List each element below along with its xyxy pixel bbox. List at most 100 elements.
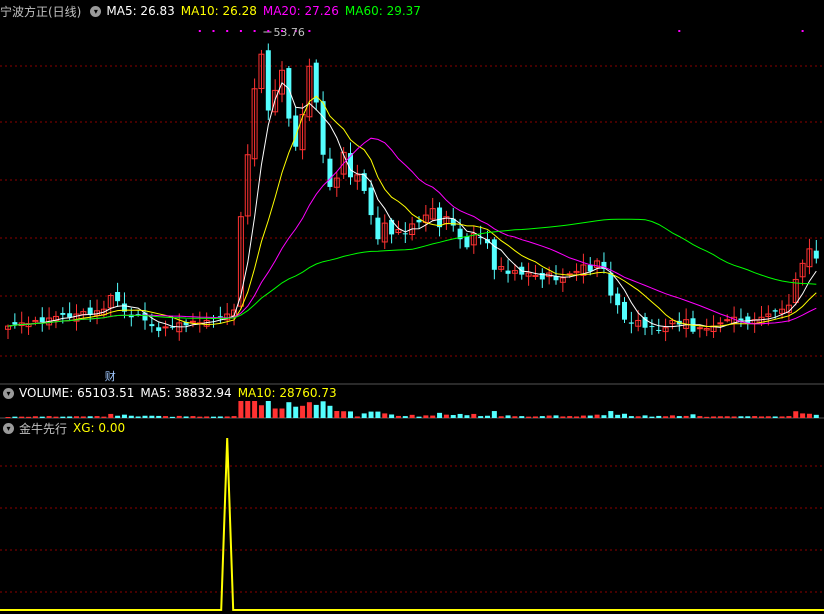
volume-bar-72	[498, 416, 504, 418]
signal-dot-10	[801, 30, 804, 32]
volume-ma5-label: MA5: 38832.94	[140, 386, 232, 400]
volume-bar-77	[532, 416, 538, 418]
volume-bar-52	[361, 413, 367, 418]
candle-body-9	[67, 313, 73, 318]
volume-bar-74	[512, 416, 518, 418]
volume-bar-75	[519, 416, 525, 418]
candle-body-54	[375, 217, 381, 240]
volume-bar-82	[567, 416, 573, 418]
volume-bar-46	[320, 401, 326, 418]
candle-body-73	[505, 270, 511, 274]
volume-bar-18	[128, 415, 134, 418]
volume-bar-14	[101, 416, 107, 418]
peak-price-label: 53.76	[273, 25, 305, 39]
candle-body-21	[149, 324, 155, 327]
volume-bar-57	[395, 415, 401, 418]
candle-body-27	[189, 320, 196, 323]
volume-bar-67	[464, 415, 470, 418]
candle-body-67	[464, 236, 470, 248]
signal-dot-2	[226, 30, 229, 32]
volume-bar-10	[74, 416, 79, 418]
volume-bar-20	[142, 415, 148, 418]
ma10-label: MA10: 26.28	[180, 4, 257, 18]
volume-bar-39	[272, 408, 278, 418]
volume-bar-66	[457, 413, 463, 418]
candle-body-47	[327, 158, 333, 187]
volume-bar-33	[231, 416, 237, 418]
candle-body-1	[12, 322, 18, 325]
volume-bar-85	[587, 415, 593, 418]
candle-body-46	[320, 101, 326, 155]
volume-bar-30	[211, 416, 216, 418]
volume-bar-110	[759, 416, 764, 418]
volume-bar-100	[690, 414, 696, 418]
volume-bar-68	[471, 413, 477, 418]
candle-body-90	[622, 301, 627, 320]
volume-bar-16	[115, 415, 121, 418]
volume-bar-37	[258, 405, 264, 418]
volume-bar-40	[279, 408, 285, 418]
candle-body-112	[772, 310, 778, 312]
candle-body-94	[649, 326, 655, 328]
volume-bar-0	[5, 417, 11, 418]
volume-bar-113	[779, 416, 785, 418]
volume-bar-31	[217, 416, 223, 418]
signal-dot-5	[267, 30, 270, 32]
candle-body-104	[717, 322, 724, 325]
volume-bar-83	[574, 416, 580, 418]
volume-bar-35	[245, 401, 251, 418]
indicator-header: ▾ 金牛先行 XG: 0.00	[0, 420, 131, 436]
candle-body-16	[115, 291, 121, 302]
volume-bar-65	[450, 415, 456, 418]
volume-bar-98	[676, 416, 682, 418]
volume-bar-60	[416, 416, 422, 418]
volume-bar-54	[375, 411, 381, 418]
volume-bar-91	[628, 416, 634, 418]
volume-bar-13	[94, 416, 100, 418]
volume-bar-76	[526, 416, 532, 418]
price-header: 宁波方正(日线) ▾ MA5: 26.83 MA10: 26.28 MA20: …	[0, 3, 427, 19]
volume-bar-55	[382, 413, 388, 418]
volume-bar-1	[12, 416, 18, 418]
volume-bar-58	[402, 416, 408, 418]
signal-dot-1	[212, 30, 215, 32]
volume-bar-62	[430, 415, 436, 418]
candle-body-23	[162, 326, 169, 329]
collapse-circle-icon[interactable]: ▾	[3, 387, 14, 399]
candle-body-5	[39, 317, 45, 323]
volume-bar-106	[731, 416, 737, 418]
volume-bar-29	[204, 416, 210, 418]
volume-bar-116	[800, 413, 806, 418]
financial-event-marker[interactable]: 财	[105, 368, 116, 384]
volume-bar-32	[224, 416, 230, 418]
volume-bar-9	[67, 416, 73, 418]
volume-bar-88	[608, 411, 614, 418]
volume-bar-112	[772, 416, 778, 418]
volume-bar-12	[87, 416, 93, 418]
volume-bar-111	[765, 416, 771, 418]
volume-bar-7	[53, 416, 59, 418]
collapse-circle-icon[interactable]: ▾	[3, 422, 14, 434]
candle-body-89	[615, 293, 621, 306]
volume-bar-42	[293, 406, 299, 418]
candle-body-91	[628, 322, 634, 324]
volume-bar-92	[635, 416, 641, 418]
volume-bar-11	[80, 416, 86, 418]
candle-body-107	[738, 318, 744, 321]
volume-bar-73	[505, 415, 511, 418]
volume-bar-43	[300, 405, 306, 418]
volume-bar-86	[594, 414, 600, 418]
volume-header: ▾ VOLUME: 65103.51 MA5: 38832.94 MA10: 2…	[0, 385, 343, 401]
volume-bar-61	[423, 415, 429, 418]
volume-bar-103	[711, 416, 717, 418]
collapse-circle-icon[interactable]: ▾	[90, 5, 102, 17]
volume-bar-94	[649, 416, 655, 418]
volume-bar-90	[622, 413, 627, 418]
candle-body-31	[217, 316, 223, 318]
volume-bar-99	[683, 415, 689, 418]
volume-bar-79	[546, 415, 552, 418]
volume-bar-41	[286, 402, 292, 418]
volume-bar-87	[601, 415, 607, 418]
volume-bar-117	[806, 413, 812, 418]
volume-bar-53	[368, 411, 374, 418]
